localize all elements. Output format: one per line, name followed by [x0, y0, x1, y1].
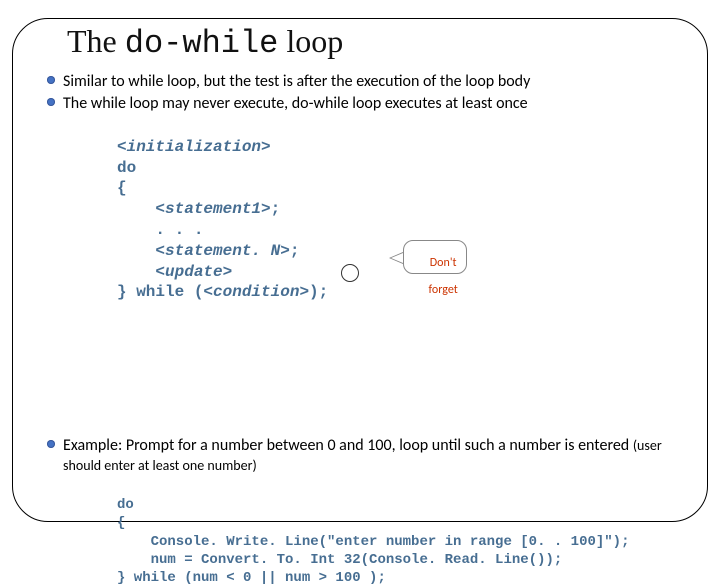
semicolon-highlight-circle	[341, 264, 359, 282]
code-init: <initialization>	[117, 138, 271, 156]
bullet-list: Similar to while loop, but the test is a…	[43, 72, 683, 114]
title-prefix: The	[67, 23, 125, 59]
ex-c4: num = Convert. To. Int 32(Console. Read.…	[117, 552, 562, 568]
example-bullet: Example: Prompt for a number between 0 a…	[43, 436, 683, 476]
callout-line2: forget	[429, 283, 458, 297]
bullet-1: Similar to while loop, but the test is a…	[43, 72, 683, 92]
callout-tail	[389, 252, 403, 264]
syntax-code-block: <initialization> do { <statement1>; . . …	[117, 116, 683, 428]
title-suffix: loop	[278, 23, 343, 59]
example-intro-a: Example: Prompt for a number between 0 a…	[63, 436, 633, 455]
ex-c5: } while (num < 0 || num > 100 );	[117, 570, 386, 586]
code-while-b: <condition>	[203, 283, 309, 301]
example-bullet-list: Example: Prompt for a number between 0 a…	[43, 436, 683, 476]
code-brace-open: {	[117, 179, 127, 197]
code-update: <update>	[155, 263, 232, 281]
dont-forget-callout: Don't forget	[403, 240, 467, 274]
code-stmtn: <statement. N>	[155, 242, 289, 260]
code-dots: . . .	[155, 221, 203, 239]
ex-c1: do	[117, 497, 134, 513]
ex-c3: Console. Write. Line("enter number in ra…	[117, 534, 629, 550]
ex-c2: {	[117, 515, 125, 531]
code-do: do	[117, 159, 136, 177]
example-section: Example: Prompt for a number between 0 a…	[37, 436, 683, 587]
slide-frame: The do-while loop Similar to while loop,…	[12, 18, 708, 522]
example-code-block: do { Console. Write. Line("enter number …	[117, 478, 683, 587]
code-while-c: );	[309, 283, 328, 301]
code-stmt1: <statement1>	[155, 200, 270, 218]
slide-title: The do-while loop	[67, 23, 683, 62]
code-while-a: } while (	[117, 283, 203, 301]
callout-line1: Don't	[430, 256, 457, 270]
title-code: do-while	[125, 25, 279, 62]
bullet-2: The while loop may never execute, do-whi…	[43, 94, 683, 114]
